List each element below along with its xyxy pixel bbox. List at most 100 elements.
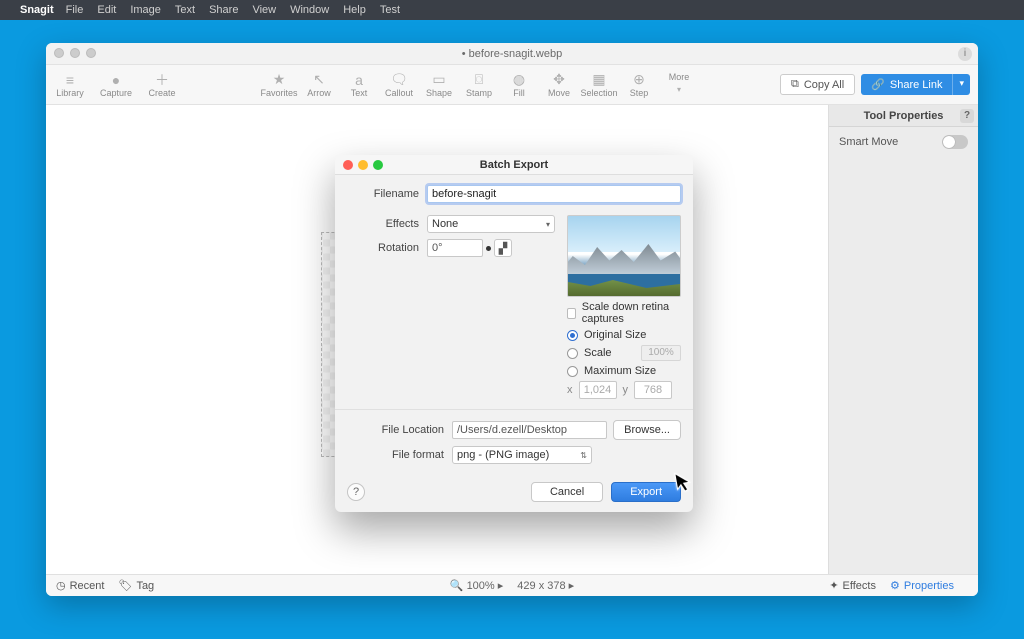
toolbar-capture[interactable]: ●Capture xyxy=(100,72,132,98)
tool-selection[interactable]: ▦Selection xyxy=(583,72,615,98)
editor-traffic-lights[interactable] xyxy=(54,48,96,58)
menu-view[interactable]: View xyxy=(252,4,276,16)
rotation-input[interactable] xyxy=(427,239,483,257)
x-label: x xyxy=(567,384,573,396)
toolbar-label: Step xyxy=(630,88,649,98)
gear-icon: ⚙ xyxy=(890,579,900,592)
link-icon: 🔗 xyxy=(871,78,885,91)
toolbar-label: Arrow xyxy=(307,88,331,98)
file-format-select[interactable]: png - (PNG image)⇅ xyxy=(452,446,592,464)
menu-help[interactable]: Help xyxy=(343,4,366,16)
scale-label: Scale xyxy=(584,347,612,359)
help-icon[interactable]: ? xyxy=(960,109,974,123)
scale-option[interactable]: Scale 100% xyxy=(567,345,681,361)
status-bar: ◷Recent 🏷Tag 🔍 100% ▸ 429 x 378 ▸ ✦Effec… xyxy=(46,574,978,596)
effects-select[interactable]: None▾ xyxy=(427,215,555,233)
dialog-title: Batch Export xyxy=(480,159,548,171)
scale-down-option[interactable]: Scale down retina captures xyxy=(567,301,681,325)
menu-text[interactable]: Text xyxy=(175,4,195,16)
toolbar-label: Fill xyxy=(513,88,525,98)
rotation-label: Rotation xyxy=(347,242,427,254)
stamp-icon: ⌼ xyxy=(475,72,483,88)
max-size-option[interactable]: Maximum Size xyxy=(567,365,681,377)
arrow-icon: ↖ xyxy=(313,72,325,88)
file-format-value: png - (PNG image) xyxy=(457,449,549,461)
tool-stamp[interactable]: ⌼Stamp xyxy=(463,72,495,98)
close-icon[interactable] xyxy=(343,160,353,170)
recent-button[interactable]: ◷Recent xyxy=(56,579,104,592)
tool-properties-panel: Tool Properties ? Smart Move xyxy=(828,105,978,574)
toolbar-create[interactable]: ＋Create xyxy=(146,72,178,98)
effects-label: Effects xyxy=(843,580,876,592)
radio-icon xyxy=(567,330,578,341)
recent-label: Recent xyxy=(70,580,105,592)
y-label: y xyxy=(623,384,629,396)
tool-shape[interactable]: ▭Shape xyxy=(423,72,455,98)
toolbar-library[interactable]: ≡Library xyxy=(54,72,86,98)
tool-step[interactable]: ⊕Step xyxy=(623,72,655,98)
toolbar-label: Library xyxy=(56,88,84,98)
toolbar-label: Shape xyxy=(426,88,452,98)
tool-text[interactable]: aText xyxy=(343,72,375,98)
share-dropdown[interactable]: ▾ xyxy=(952,74,970,95)
dimensions-indicator[interactable]: 429 x 378 ▸ xyxy=(517,579,574,592)
export-button[interactable]: Export xyxy=(611,482,681,502)
properties-button[interactable]: ⚙ Properties xyxy=(890,579,954,592)
chevron-down-icon: ▾ xyxy=(677,82,681,98)
menu-file[interactable]: File xyxy=(66,4,84,16)
zoom-value: 100% xyxy=(467,580,498,592)
tool-callout[interactable]: 🗨Callout xyxy=(383,72,415,98)
help-button[interactable]: ? xyxy=(347,483,365,501)
tag-label: Tag xyxy=(136,580,154,592)
zoom-icon[interactable] xyxy=(86,48,96,58)
more-label: More xyxy=(669,72,690,82)
menu-window[interactable]: Window xyxy=(290,4,329,16)
browse-button[interactable]: Browse... xyxy=(613,420,681,440)
original-size-option[interactable]: Original Size xyxy=(567,329,681,341)
tool-arrow[interactable]: ↖Arrow xyxy=(303,72,335,98)
tag-button[interactable]: 🏷Tag xyxy=(118,579,154,592)
smart-move-toggle[interactable] xyxy=(942,135,968,149)
minimize-icon[interactable] xyxy=(358,160,368,170)
menu-test[interactable]: Test xyxy=(380,4,400,16)
dot-icon: ● xyxy=(112,72,120,88)
radio-icon xyxy=(567,366,578,377)
text-icon: a xyxy=(355,72,363,88)
menu-image[interactable]: Image xyxy=(130,4,161,16)
share-link-label: Share Link xyxy=(890,79,943,91)
toolbar-more[interactable]: More▾ xyxy=(663,72,695,98)
tool-fill[interactable]: ◍Fill xyxy=(503,72,535,98)
filename-input[interactable] xyxy=(427,185,681,203)
tool-move[interactable]: ✥Move xyxy=(543,72,575,98)
cancel-button[interactable]: Cancel xyxy=(531,482,603,502)
x-input xyxy=(579,381,617,399)
app-name[interactable]: Snagit xyxy=(20,4,54,16)
export-preview xyxy=(567,215,681,297)
share-link-button[interactable]: 🔗 Share Link xyxy=(861,74,952,95)
chevron-down-icon: ▾ xyxy=(546,220,550,229)
properties-label: Properties xyxy=(904,580,954,592)
toolbar-label: Create xyxy=(148,88,175,98)
menu-icon: ≡ xyxy=(66,72,74,88)
close-icon[interactable] xyxy=(54,48,64,58)
minimize-icon[interactable] xyxy=(70,48,80,58)
menu-edit[interactable]: Edit xyxy=(97,4,116,16)
zoom-icon[interactable] xyxy=(373,160,383,170)
radio-icon xyxy=(567,348,578,359)
selection-icon: ▦ xyxy=(592,72,605,88)
scale-down-label: Scale down retina captures xyxy=(582,301,681,325)
copy-all-button[interactable]: ⧉Copy All xyxy=(780,74,855,95)
info-icon[interactable]: i xyxy=(958,47,972,61)
smart-move-label: Smart Move xyxy=(839,136,898,148)
plus-icon: ＋ xyxy=(155,72,169,88)
effects-button[interactable]: ✦Effects xyxy=(829,579,876,592)
batch-export-dialog: Batch Export Filename Effects None▾ Rota… xyxy=(335,155,693,512)
tool-favorites[interactable]: ★Favorites xyxy=(263,72,295,98)
move-icon: ✥ xyxy=(553,72,565,88)
file-location-input[interactable] xyxy=(452,421,607,439)
toolbar-label: Callout xyxy=(385,88,413,98)
zoom-indicator[interactable]: 🔍 100% ▸ xyxy=(450,579,504,592)
macos-menubar: Snagit File Edit Image Text Share View W… xyxy=(0,0,1024,20)
rotation-preset-button[interactable]: ▞ xyxy=(494,239,512,257)
menu-share[interactable]: Share xyxy=(209,4,238,16)
